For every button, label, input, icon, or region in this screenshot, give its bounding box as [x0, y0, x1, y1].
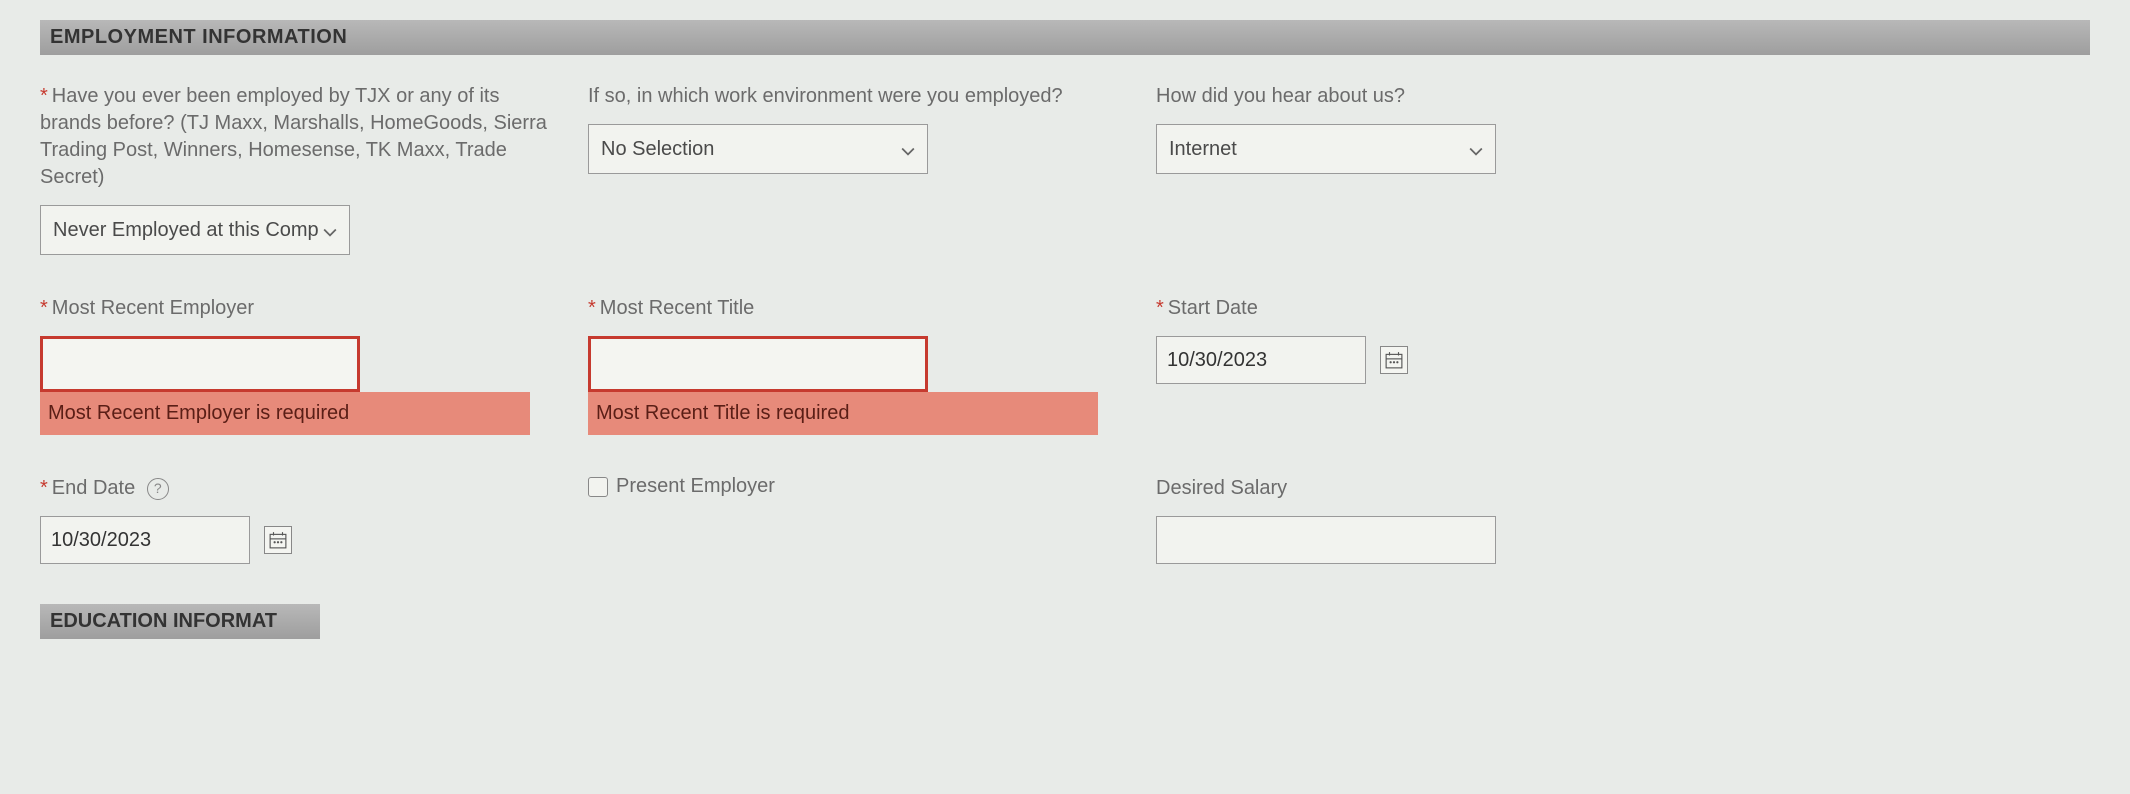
required-star: *: [40, 85, 48, 107]
employment-form-grid: *Have you ever been employed by TJX or a…: [40, 83, 2090, 564]
required-star: *: [1156, 297, 1164, 319]
date-row-end: [40, 516, 560, 564]
date-row-start: [1156, 336, 1576, 384]
required-star: *: [40, 297, 48, 319]
required-star: *: [588, 297, 596, 319]
select-hear-about[interactable]: Internet: [1156, 124, 1496, 174]
field-recent-employer: *Most Recent Employer Most Recent Employ…: [40, 295, 560, 435]
field-end-date: *End Date ?: [40, 475, 560, 564]
required-star: *: [40, 477, 48, 499]
label-text-recent-title: Most Recent Title: [600, 297, 755, 319]
error-recent-employer: Most Recent Employer is required: [40, 392, 530, 435]
field-start-date: *Start Date: [1156, 295, 1576, 384]
select-work-env[interactable]: No Selection: [588, 124, 928, 174]
field-present-employer: Present Employer: [588, 475, 1128, 498]
field-recent-title: *Most Recent Title Most Recent Title is …: [588, 295, 1128, 435]
chevron-down-icon: [901, 142, 915, 156]
calendar-icon[interactable]: [1380, 346, 1408, 374]
input-desired-salary[interactable]: [1156, 516, 1496, 564]
label-text-recent-employer: Most Recent Employer: [52, 297, 254, 319]
select-value-hear-about: Internet: [1169, 138, 1237, 161]
field-work-env: If so, in which work environment were yo…: [588, 83, 1128, 174]
label-hear-about: How did you hear about us?: [1156, 83, 1576, 110]
field-hear-about: How did you hear about us? Internet: [1156, 83, 1576, 174]
input-recent-title[interactable]: [588, 336, 928, 392]
label-recent-title: *Most Recent Title: [588, 295, 1128, 322]
chevron-down-icon: [1469, 142, 1483, 156]
select-prev-employed[interactable]: Never Employed at this Comp: [40, 205, 350, 255]
label-present-employer: Present Employer: [616, 475, 775, 498]
field-prev-employed: *Have you ever been employed by TJX or a…: [40, 83, 560, 255]
checkbox-row-present-employer: Present Employer: [588, 475, 1128, 498]
label-start-date: *Start Date: [1156, 295, 1576, 322]
label-text-end-date: End Date: [52, 477, 135, 499]
label-recent-employer: *Most Recent Employer: [40, 295, 560, 322]
field-desired-salary: Desired Salary: [1156, 475, 1576, 564]
input-recent-employer[interactable]: [40, 336, 360, 392]
section-header-education-partial: EDUCATION INFORMAT: [40, 604, 320, 639]
input-end-date[interactable]: [40, 516, 250, 564]
label-text-start-date: Start Date: [1168, 297, 1258, 319]
chevron-down-icon: [323, 223, 337, 237]
label-end-date: *End Date ?: [40, 475, 560, 502]
label-work-env: If so, in which work environment were yo…: [588, 83, 1128, 110]
select-value-prev-employed: Never Employed at this Comp: [53, 219, 319, 242]
label-desired-salary: Desired Salary: [1156, 475, 1576, 502]
label-text-prev-employed: Have you ever been employed by TJX or an…: [40, 85, 547, 188]
section-header-employment: EMPLOYMENT INFORMATION: [40, 20, 2090, 55]
checkbox-present-employer[interactable]: [588, 477, 608, 497]
calendar-icon[interactable]: [264, 526, 292, 554]
input-start-date[interactable]: [1156, 336, 1366, 384]
error-recent-title: Most Recent Title is required: [588, 392, 1098, 435]
help-icon[interactable]: ?: [147, 478, 169, 500]
select-value-work-env: No Selection: [601, 138, 714, 161]
label-prev-employed: *Have you ever been employed by TJX or a…: [40, 83, 560, 191]
